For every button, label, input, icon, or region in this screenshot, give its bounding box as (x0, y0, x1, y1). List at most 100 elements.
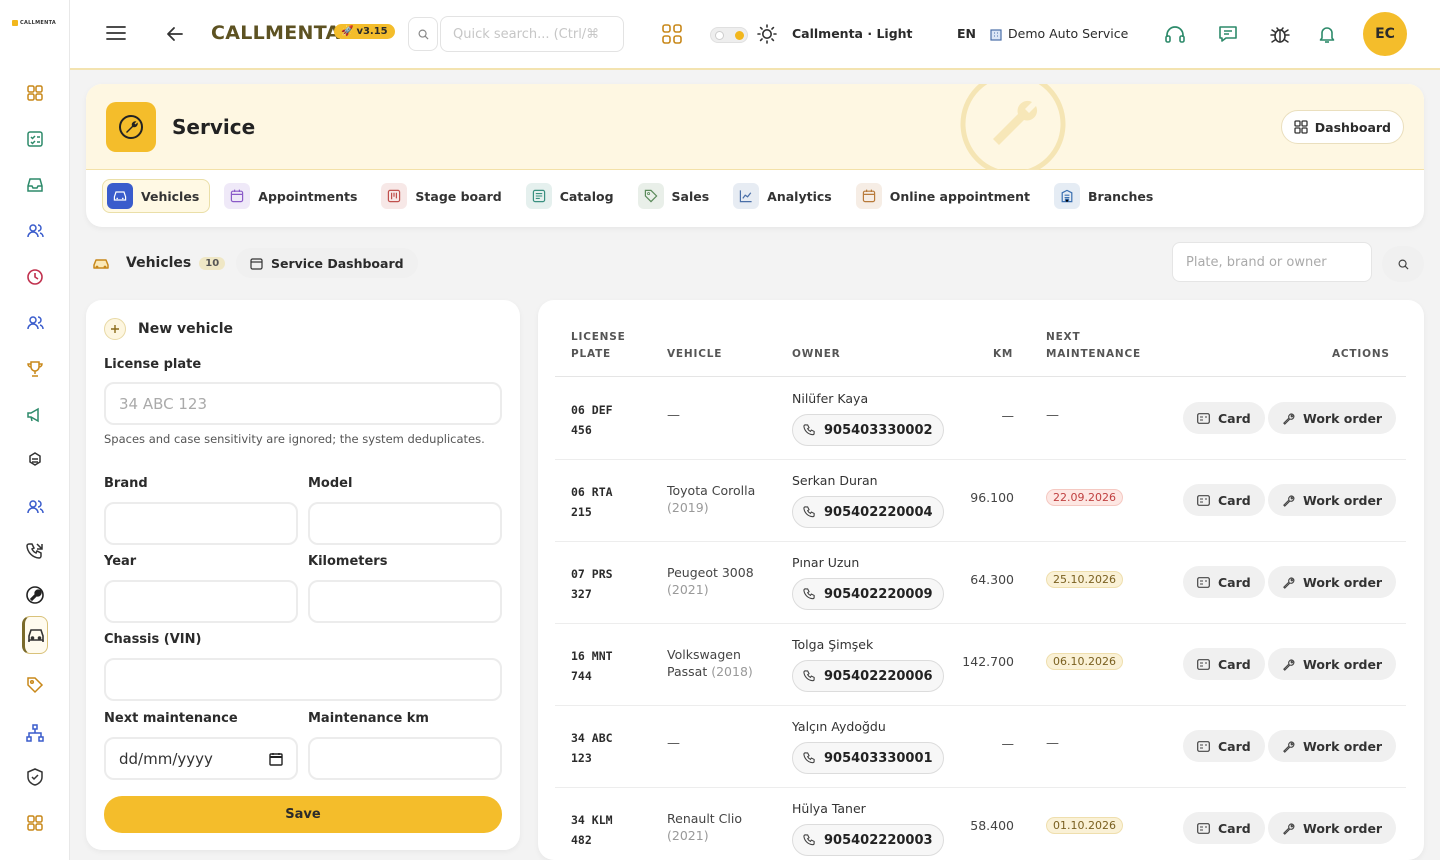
menu-icon[interactable] (106, 24, 126, 42)
maintenance-km-input[interactable] (308, 737, 502, 780)
phone-button[interactable]: 905402220003 (792, 824, 944, 856)
integrations-icon[interactable] (22, 448, 48, 474)
company-selector[interactable]: Demo Auto Service (990, 26, 1128, 41)
shield-icon[interactable] (22, 764, 48, 790)
header-km: KM (993, 348, 1014, 360)
phone-icon (803, 587, 815, 599)
service-icon[interactable] (22, 582, 48, 608)
work-order-button[interactable]: Work order (1268, 812, 1397, 844)
table-row[interactable]: 07 PRS 327 Peugeot 3008 (2021) Pınar Uzun 90… (555, 542, 1406, 624)
wrench-icon (1283, 823, 1295, 835)
work-order-button[interactable]: Work order (1268, 730, 1397, 762)
model-input[interactable] (308, 502, 502, 545)
megaphone-icon[interactable] (22, 402, 48, 428)
apps-icon[interactable] (22, 810, 48, 836)
theme-toggle[interactable] (710, 27, 748, 43)
dashboard-icon (1294, 120, 1308, 134)
maintenance-date-badge: 22.09.2026 (1046, 489, 1123, 506)
user-avatar[interactable]: EC (1363, 12, 1407, 56)
work-order-button[interactable]: Work order (1268, 566, 1397, 598)
rocket-icon: 🚀 (341, 26, 354, 37)
brand-input[interactable] (104, 502, 298, 545)
vin-input[interactable] (104, 658, 502, 701)
phone-button[interactable]: 905403330001 (792, 742, 944, 774)
app-logo[interactable]: CALLMENTA (12, 20, 56, 26)
license-plate-input[interactable]: 34 ABC 123 (104, 382, 502, 425)
phone-button[interactable]: 905402220006 (792, 660, 944, 692)
tab-online-appointment[interactable]: Online appointment (852, 179, 1040, 213)
tab-label: Stage board (415, 188, 502, 204)
header-actions: ACTIONS (1332, 348, 1390, 360)
year-label: Year (104, 554, 137, 569)
tab-appointments[interactable]: Appointments (220, 179, 367, 213)
team-icon[interactable] (22, 494, 48, 520)
contacts-icon[interactable] (22, 310, 48, 336)
work-order-button[interactable]: Work order (1268, 648, 1397, 680)
tag-icon[interactable] (22, 672, 48, 698)
table-row[interactable]: 06 RTA 215 Toyota Corolla (2019) Serkan Dur… (555, 460, 1406, 542)
inbox-icon[interactable] (22, 172, 48, 198)
kilometers: 58.400 (970, 818, 1014, 833)
card-button[interactable]: Card (1183, 730, 1265, 762)
maintenance-date-badge: 06.10.2026 (1046, 653, 1123, 670)
service-dashboard-pill[interactable]: Service Dashboard (236, 248, 418, 278)
card-button[interactable]: Card (1183, 402, 1265, 434)
calendar-icon[interactable] (269, 752, 283, 766)
date-placeholder: dd/mm/yyyy (119, 749, 213, 768)
search-icon[interactable] (408, 17, 438, 51)
phone-button[interactable]: 905402220004 (792, 496, 944, 528)
vehicle-year: (2019) (667, 500, 709, 515)
card-button[interactable]: Card (1183, 648, 1265, 680)
save-button[interactable]: Save (104, 796, 502, 833)
dashboard-icon[interactable] (22, 80, 48, 106)
maintenance-km-label: Maintenance km (308, 711, 429, 726)
id-card-icon (1197, 494, 1210, 506)
language-switch[interactable]: EN (957, 26, 976, 41)
vehicle-name: Peugeot 3008 (2021) (667, 564, 782, 598)
vehicles-pill[interactable]: Vehicles 10 (86, 248, 231, 278)
work-order-button[interactable]: Work order (1268, 484, 1397, 516)
kilometers-input[interactable] (308, 580, 502, 623)
vehicles-icon[interactable] (22, 616, 48, 654)
kilometers: 142.700 (962, 654, 1014, 669)
headset-icon[interactable] (1164, 24, 1186, 46)
header-text: PLATE (571, 348, 612, 360)
card-button[interactable]: Card (1183, 484, 1265, 516)
phone-button[interactable]: 905402220009 (792, 578, 944, 610)
tab-branches[interactable]: Branches (1050, 179, 1163, 213)
next-maintenance-date-input[interactable]: dd/mm/yyyy (104, 737, 298, 780)
year-input[interactable] (104, 580, 298, 623)
tab-stage-board[interactable]: Stage board (377, 179, 511, 213)
chat-icon[interactable] (1218, 24, 1238, 44)
card-button[interactable]: Card (1183, 812, 1265, 844)
clock-icon[interactable] (22, 264, 48, 290)
tab-analytics[interactable]: Analytics (729, 179, 842, 213)
id-card-icon (1197, 412, 1210, 424)
org-chart-icon[interactable] (22, 720, 48, 746)
checklist-icon[interactable] (22, 126, 48, 152)
tab-vehicles[interactable]: Vehicles (102, 179, 211, 213)
call-log-icon[interactable] (22, 538, 48, 564)
quick-search-input[interactable]: Quick search... (Ctrl/⌘ (440, 16, 624, 52)
tab-sales[interactable]: Sales (634, 179, 720, 213)
plate-search-input[interactable]: Plate, brand or owner (1172, 242, 1372, 282)
trophy-icon[interactable] (22, 356, 48, 382)
phone-button[interactable]: 905403330002 (792, 414, 944, 446)
apps-grid-icon[interactable] (662, 24, 682, 44)
table-row[interactable]: 34 KLM 482 Renault Clio (2021) Hülya Taner 9… (555, 788, 1406, 860)
table-row[interactable]: 34 ABC 123 — Yalçın Aydoğdu 905403330001 — — Ca… (555, 706, 1406, 788)
search-icon[interactable] (1382, 246, 1424, 282)
table-row[interactable]: 16 MNT 744 Volkswagen Passat (2018) Tolga Ş… (555, 624, 1406, 706)
bug-icon[interactable] (1269, 23, 1291, 45)
plate-line: 327 (571, 587, 592, 601)
back-arrow-icon[interactable] (166, 25, 184, 43)
card-button[interactable]: Card (1183, 566, 1265, 598)
tab-catalog[interactable]: Catalog (522, 179, 624, 213)
brand-name[interactable]: CALLMENTA (211, 22, 341, 44)
bell-icon[interactable] (1318, 24, 1336, 44)
table-row[interactable]: 06 DEF 456 — Nilüfer Kaya 905403330002 — — Card… (555, 378, 1406, 460)
dashboard-button[interactable]: Dashboard (1280, 110, 1404, 144)
users-icon[interactable] (22, 218, 48, 244)
work-order-button[interactable]: Work order (1268, 402, 1397, 434)
wrench-watermark-icon (960, 84, 1066, 170)
